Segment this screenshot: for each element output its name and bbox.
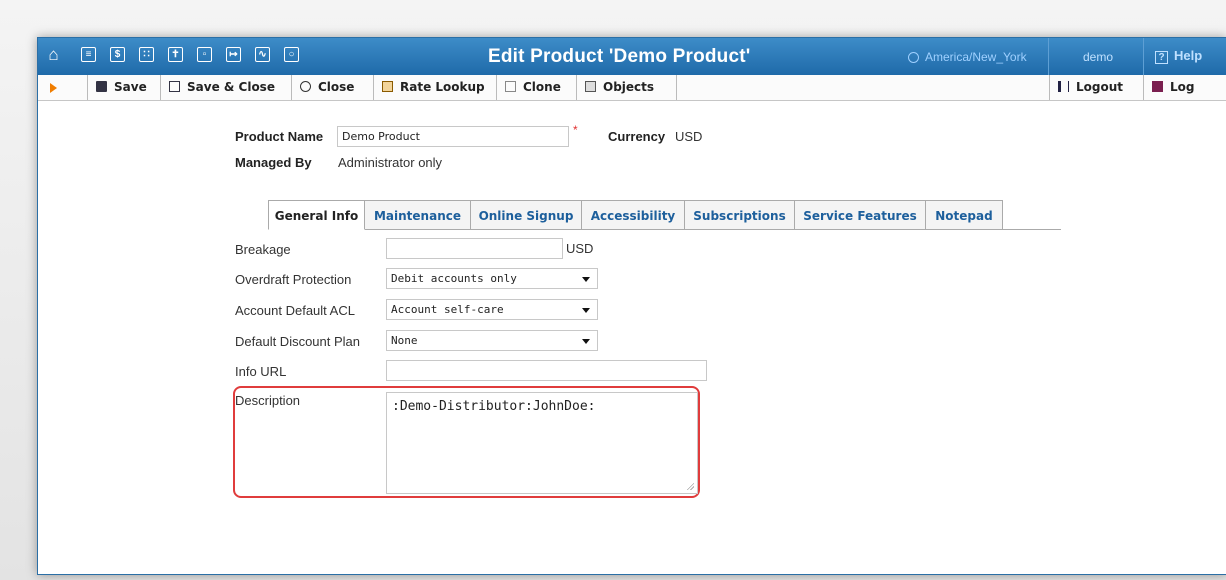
home-icon[interactable]: ⌂ — [46, 46, 61, 63]
save-label: Save — [114, 80, 147, 94]
clock-icon — [908, 52, 919, 63]
tab-online-signup[interactable]: Online Signup — [470, 200, 582, 230]
currency-label: Currency — [608, 129, 666, 144]
clone-icon — [505, 81, 516, 92]
help-label: Help — [1174, 48, 1203, 63]
list-icon[interactable]: ≡ — [81, 47, 96, 62]
search-icon[interactable]: ○ — [284, 47, 299, 62]
grid-icon[interactable]: ∷ — [139, 47, 154, 62]
description-textarea[interactable]: :Demo-Distributor:JohnDoe: — [386, 392, 698, 494]
tab-notepad[interactable]: Notepad — [925, 200, 1003, 230]
clone-button[interactable]: Clone — [497, 75, 577, 100]
breakage-field[interactable] — [386, 238, 563, 259]
tab-general-info[interactable]: General Info — [268, 200, 365, 230]
save-button[interactable]: Save — [88, 75, 161, 100]
tab-maintenance[interactable]: Maintenance — [364, 200, 471, 230]
chevron-down-icon — [582, 277, 590, 282]
export-icon[interactable]: ↦ — [226, 47, 241, 62]
chevron-down-icon — [582, 339, 590, 344]
app-window: ⌂ ≡ $ ∷ ✝ ▫ ↦ ∿ ○ Edit Product 'Demo Pro… — [37, 37, 1226, 575]
description-label: Description — [235, 393, 301, 408]
rate-lookup-icon — [382, 81, 393, 92]
info-url-field[interactable] — [386, 360, 707, 381]
currency-value: USD — [675, 129, 703, 144]
description-value: :Demo-Distributor:JohnDoe: — [392, 399, 596, 414]
discount-value: None — [391, 334, 418, 347]
log-label: Log — [1170, 80, 1195, 94]
acl-select[interactable]: Account self-care — [386, 299, 598, 320]
close-label: Close — [318, 80, 355, 94]
discount-select[interactable]: None — [386, 330, 598, 351]
managed-by-label: Managed By — [235, 155, 312, 170]
save-close-label: Save & Close — [187, 80, 275, 94]
close-button[interactable]: Close — [292, 75, 374, 100]
overdraft-value: Debit accounts only — [391, 272, 517, 285]
title-bar: ⌂ ≡ $ ∷ ✝ ▫ ↦ ∿ ○ Edit Product 'Demo Pro… — [38, 38, 1226, 75]
timezone-label: America/New_York — [925, 50, 1027, 64]
logout-label: Logout — [1076, 80, 1124, 94]
required-marker: * — [573, 123, 578, 137]
timezone[interactable]: America/New_York — [908, 50, 1027, 64]
rate-lookup-label: Rate Lookup — [400, 80, 485, 94]
save-close-button[interactable]: Save & Close — [161, 75, 292, 100]
user-name[interactable]: demo — [1083, 50, 1113, 64]
toolbar: Save Save & Close Close Rate Lookup Clon… — [38, 75, 1226, 101]
divider — [1143, 38, 1144, 75]
product-name-field[interactable]: Demo Product — [337, 126, 569, 147]
play-icon — [50, 83, 57, 93]
logout-icon — [1058, 81, 1069, 92]
log-icon — [1152, 81, 1163, 92]
overdraft-select[interactable]: Debit accounts only — [386, 268, 598, 289]
discount-label: Default Discount Plan — [235, 334, 361, 349]
breakage-unit: USD — [566, 241, 594, 256]
acl-value: Account self-care — [391, 303, 504, 316]
person-icon[interactable]: ✝ — [168, 47, 183, 62]
overdraft-label: Overdraft Protection — [235, 272, 352, 287]
acl-label: Account Default ACL — [235, 303, 355, 318]
managed-by-value: Administrator only — [338, 155, 443, 170]
objects-button[interactable]: Objects — [577, 75, 677, 100]
help-icon: ? — [1155, 51, 1168, 64]
rate-lookup-button[interactable]: Rate Lookup — [374, 75, 497, 100]
chevron-down-icon — [582, 308, 590, 313]
clone-label: Clone — [523, 80, 561, 94]
log-button[interactable]: Log — [1144, 75, 1226, 100]
resize-grip-icon[interactable] — [686, 482, 694, 490]
toolbar-play[interactable] — [38, 75, 88, 100]
page-title: Edit Product 'Demo Product' — [488, 46, 751, 67]
dollar-icon[interactable]: $ — [110, 47, 125, 62]
chart-icon[interactable]: ∿ — [255, 47, 270, 62]
product-name-label: Product Name — [235, 129, 324, 144]
tab-accessibility[interactable]: Accessibility — [581, 200, 685, 230]
close-icon — [300, 81, 311, 92]
objects-icon — [585, 81, 596, 92]
objects-label: Objects — [603, 80, 655, 94]
divider — [1048, 38, 1049, 75]
network-icon[interactable]: ▫ — [197, 47, 212, 62]
help-button[interactable]: ? Help — [1155, 48, 1202, 64]
floppy-icon — [96, 81, 107, 92]
tab-subscriptions[interactable]: Subscriptions — [684, 200, 795, 230]
nav-icons: ⌂ ≡ $ ∷ ✝ ▫ ↦ ∿ ○ — [46, 46, 313, 63]
floppy-icon — [169, 81, 180, 92]
breakage-label: Breakage — [235, 242, 291, 257]
logout-button[interactable]: Logout — [1049, 75, 1144, 100]
tab-service-features[interactable]: Service Features — [794, 200, 926, 230]
info-url-label: Info URL — [235, 364, 287, 379]
